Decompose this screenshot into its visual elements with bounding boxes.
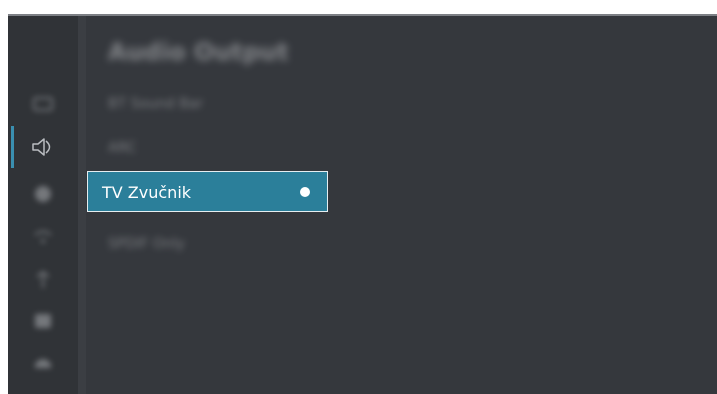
picture-icon[interactable] (31, 92, 55, 116)
active-category-indicator (11, 126, 14, 168)
menu-item-tv-speaker[interactable]: TV Zvučnik (87, 171, 328, 212)
menu-item-spdif-only[interactable]: SPDIF Only (108, 236, 185, 252)
network-icon[interactable] (31, 225, 55, 249)
channel-icon[interactable] (31, 182, 55, 206)
menu-item-label: TV Zvučnik (102, 183, 192, 202)
radio-selected-icon (300, 187, 310, 197)
sidebar-divider (78, 16, 86, 394)
menu-item-arc[interactable]: ARC (108, 140, 136, 156)
general-icon[interactable] (31, 268, 55, 292)
menu-title: Audio Output (108, 38, 289, 66)
system-icon[interactable] (31, 309, 55, 333)
tv-settings-screen: Audio Output BT Sound Bar ARC TV Zvučnik… (8, 14, 717, 394)
support-icon[interactable] (31, 350, 55, 374)
menu-item-bt-sound-bar[interactable]: BT Sound Bar (108, 96, 203, 112)
top-border (8, 14, 717, 16)
sound-icon[interactable] (31, 135, 55, 159)
